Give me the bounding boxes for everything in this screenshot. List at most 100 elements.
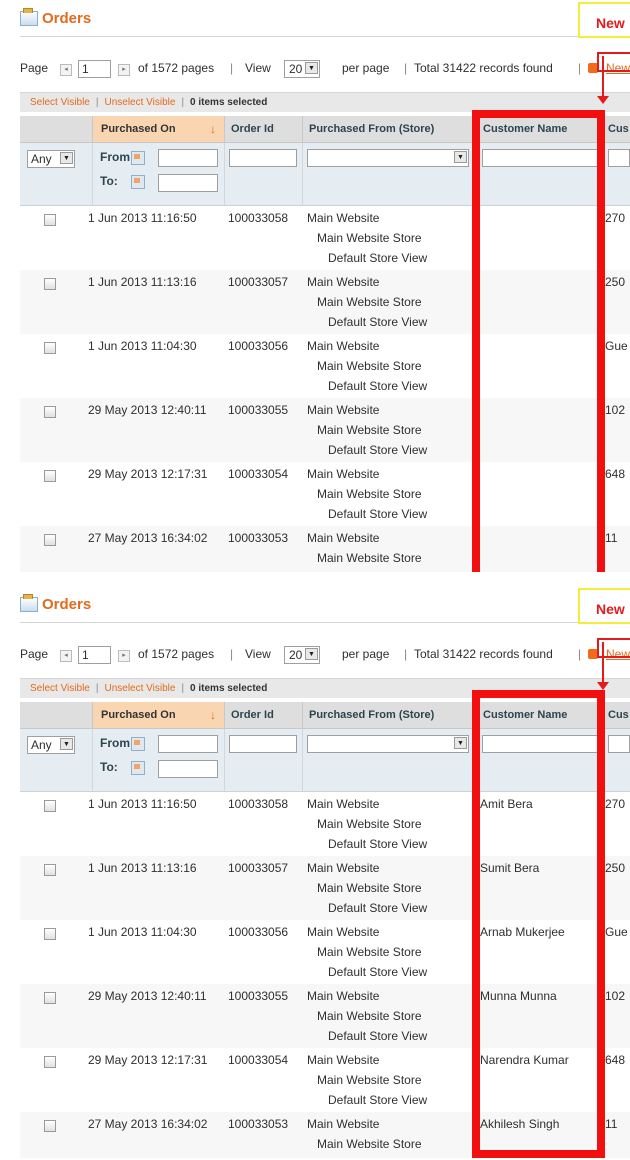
calendar-icon[interactable] — [131, 761, 145, 775]
order-id-cell: 100033058 — [228, 211, 289, 225]
date-to-input[interactable] — [158, 760, 218, 778]
row-checkbox[interactable] — [44, 342, 56, 354]
store-cell: Main Website Main Website Store Default St… — [307, 208, 427, 268]
select-visible-link[interactable]: Select Visible — [30, 683, 90, 694]
any-select[interactable]: Any ▼ — [27, 150, 75, 168]
orders-panel-before: Orders New Page ◂ 1 ▸ of 1572 pages | Vi… — [0, 0, 630, 572]
calendar-icon[interactable] — [131, 175, 145, 189]
row-checkbox[interactable] — [44, 992, 56, 1004]
store-line: Main Website — [307, 861, 380, 875]
page-input[interactable]: 1 — [78, 60, 111, 78]
column-order-id[interactable]: Order Id — [224, 702, 302, 728]
customer-cell: 270 — [605, 211, 626, 225]
view-select[interactable]: 20 ▼ — [284, 646, 320, 664]
store-line: Main Website Store — [317, 945, 422, 959]
new-order-button[interactable]: New — [578, 588, 630, 624]
sort-down-icon: ↓ — [210, 708, 216, 722]
calendar-icon[interactable] — [131, 151, 145, 165]
store-cell: Main Website Main Website Store Default St… — [307, 400, 427, 460]
store-cell: Main Website Main Website Store Default St… — [307, 336, 427, 396]
purchased-on-cell: 1 Jun 2013 11:13:16 — [88, 275, 197, 289]
chevron-down-icon: ▼ — [305, 62, 318, 74]
row-checkbox[interactable] — [44, 278, 56, 290]
row-checkbox[interactable] — [44, 1056, 56, 1068]
column-purchased-on[interactable]: Purchased On ↓ — [92, 702, 224, 728]
order-id-filter-input[interactable] — [229, 735, 297, 753]
from-label: From: — [100, 150, 134, 164]
page-label: Page — [20, 647, 49, 661]
order-id-cell: 100033055 — [228, 403, 289, 417]
pager: Page ◂ 1 ▸ of 1572 pages | View 20 ▼ per… — [20, 60, 630, 78]
column-customer[interactable]: Cus — [603, 116, 630, 142]
prev-page-icon[interactable]: ◂ — [60, 650, 72, 662]
customer-filter-input[interactable] — [608, 149, 630, 167]
order-id-filter-input[interactable] — [229, 149, 297, 167]
chevron-down-icon: ▼ — [305, 648, 318, 660]
to-label: To: — [100, 760, 118, 774]
customer-cell: 250 — [605, 861, 626, 875]
row-checkbox[interactable] — [44, 406, 56, 418]
purchased-on-cell: 1 Jun 2013 11:16:50 — [88, 211, 197, 225]
store-cell: Main Website Main Website Store Default St… — [307, 1050, 427, 1110]
row-checkbox[interactable] — [44, 864, 56, 876]
store-line: Default Store View — [328, 901, 428, 915]
customer-cell: 648 — [605, 467, 626, 481]
store-filter-select[interactable]: ▼ — [307, 735, 469, 753]
store-line: Main Website — [307, 797, 380, 811]
store-cell: Main Website Main Website Store Default St… — [307, 272, 427, 332]
page-title: Orders — [42, 596, 92, 613]
customer-name-highlight-box — [472, 690, 605, 1158]
store-line: Main Website Store — [317, 423, 422, 437]
store-cell: Main Website Main Website Store Default St… — [307, 922, 427, 982]
prev-page-icon[interactable]: ◂ — [60, 64, 72, 76]
column-purchased-from[interactable]: Purchased From (Store) — [302, 702, 478, 728]
any-select[interactable]: Any ▼ — [27, 736, 75, 754]
next-page-icon[interactable]: ▸ — [118, 64, 130, 76]
header-checkbox-col — [20, 702, 92, 728]
select-visible-link[interactable]: Select Visible — [30, 97, 90, 108]
unselect-visible-link[interactable]: Unselect Visible — [104, 683, 175, 694]
purchased-on-cell: 29 May 2013 12:40:11 — [88, 403, 207, 417]
row-checkbox[interactable] — [44, 800, 56, 812]
store-line: Main Website Store — [317, 1073, 422, 1087]
customer-cell: 102 — [605, 989, 626, 1003]
row-checkbox[interactable] — [44, 214, 56, 226]
view-select[interactable]: 20 ▼ — [284, 60, 320, 78]
row-checkbox[interactable] — [44, 534, 56, 546]
items-selected-text: 0 items selected — [190, 683, 268, 694]
column-customer[interactable]: Cus — [603, 702, 630, 728]
store-line: Main Website — [307, 403, 380, 417]
per-page-text: per page — [342, 647, 390, 661]
store-line: Main Website Store — [317, 817, 422, 831]
chevron-down-icon: ▼ — [454, 151, 467, 163]
store-cell: Main Website Main Website Store Default St… — [307, 794, 427, 854]
chevron-down-icon: ▼ — [454, 737, 467, 749]
orders-icon — [20, 594, 38, 612]
calendar-icon[interactable] — [131, 737, 145, 751]
sort-down-icon: ↓ — [210, 122, 216, 136]
page-input[interactable]: 1 — [78, 646, 111, 664]
row-checkbox[interactable] — [44, 470, 56, 482]
store-line: Default Store View — [328, 379, 428, 393]
order-id-cell: 100033058 — [228, 797, 289, 811]
store-line: Main Website Store — [317, 551, 422, 565]
column-order-id[interactable]: Order Id — [224, 116, 302, 142]
order-id-cell: 100033056 — [228, 339, 289, 353]
order-id-cell: 100033053 — [228, 531, 289, 545]
new-order-button[interactable]: New — [578, 2, 630, 38]
store-line: Main Website Store — [317, 359, 422, 373]
customer-filter-input[interactable] — [608, 735, 630, 753]
order-id-cell: 100033057 — [228, 861, 289, 875]
store-filter-select[interactable]: ▼ — [307, 149, 469, 167]
date-from-input[interactable] — [158, 149, 218, 167]
to-label: To: — [100, 174, 118, 188]
column-purchased-on[interactable]: Purchased On ↓ — [92, 116, 224, 142]
orders-header: Orders New — [20, 588, 630, 624]
date-from-input[interactable] — [158, 735, 218, 753]
next-page-icon[interactable]: ▸ — [118, 650, 130, 662]
row-checkbox[interactable] — [44, 928, 56, 940]
column-purchased-from[interactable]: Purchased From (Store) — [302, 116, 478, 142]
row-checkbox[interactable] — [44, 1120, 56, 1132]
unselect-visible-link[interactable]: Unselect Visible — [104, 97, 175, 108]
date-to-input[interactable] — [158, 174, 218, 192]
